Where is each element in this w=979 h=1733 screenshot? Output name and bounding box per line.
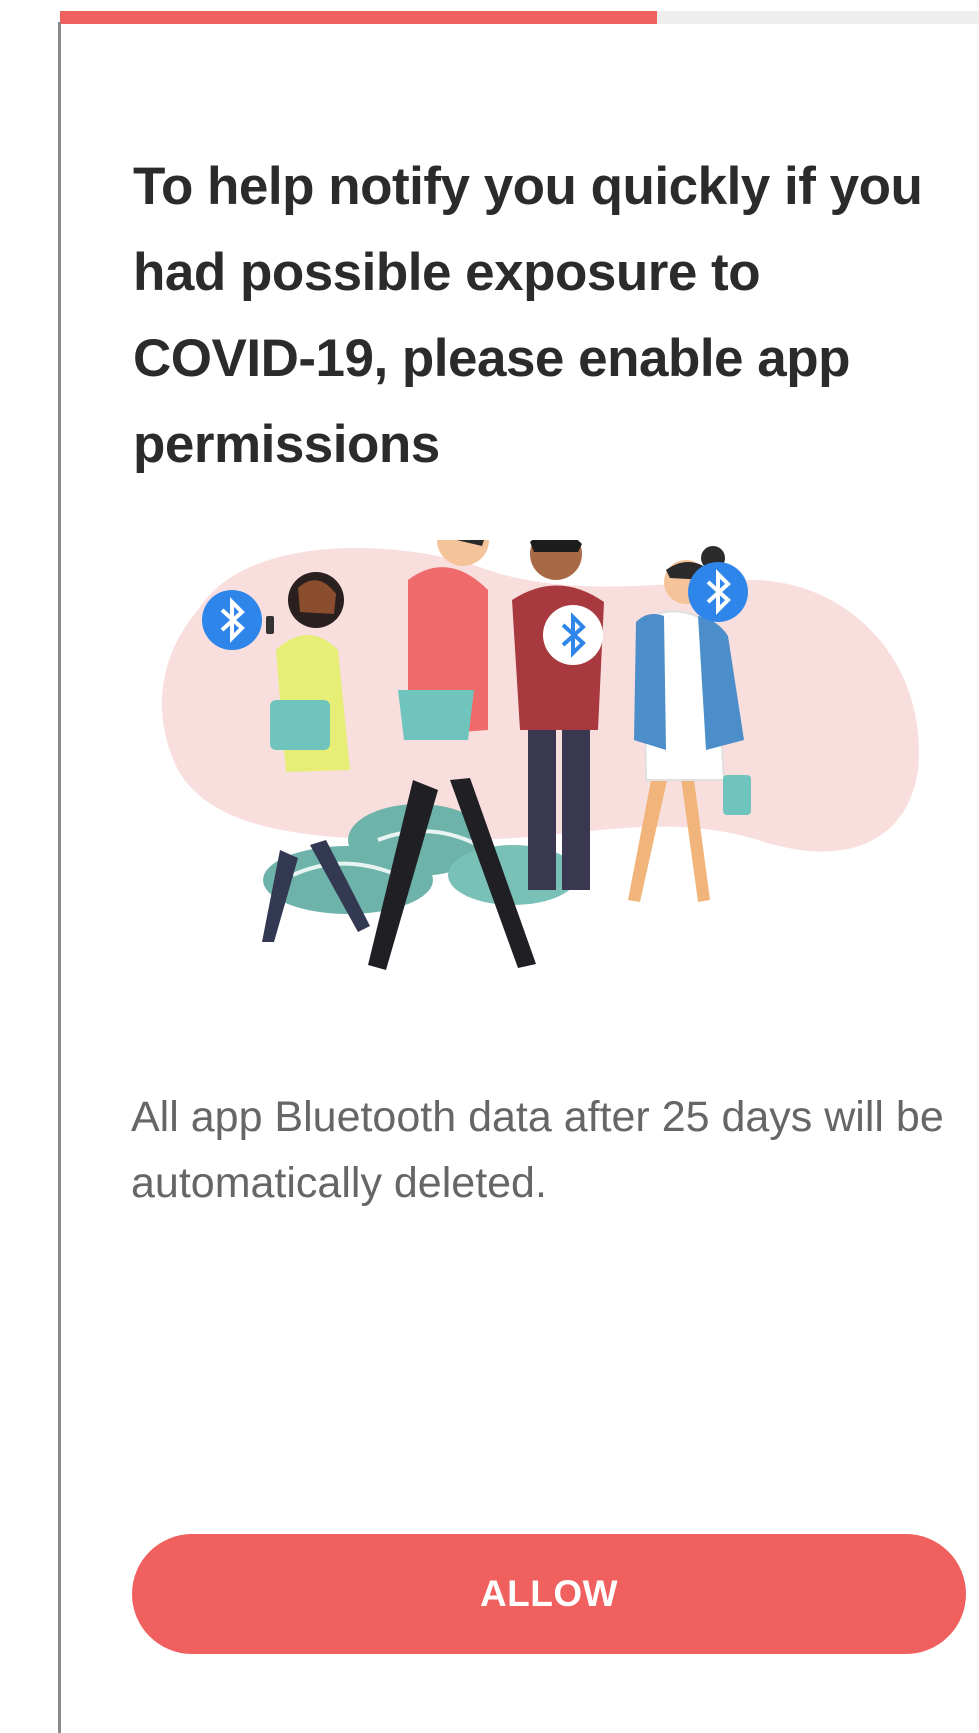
page-title: To help notify you quickly if you had po… [133,157,923,474]
data-retention-note: All app Bluetooth data after 25 days wil… [131,1093,944,1207]
left-divider [58,22,61,1733]
bluetooth-icon [202,590,262,650]
bluetooth-icon [543,605,603,665]
bluetooth-icon [688,562,748,622]
permissions-screen: To help notify you quickly if you had po… [0,0,979,1733]
progress-fill [60,11,658,24]
onboarding-progress-bar [60,11,979,24]
people-sharing-bluetooth-illustration [161,540,919,970]
allow-button[interactable]: ALLOW [132,1534,966,1654]
